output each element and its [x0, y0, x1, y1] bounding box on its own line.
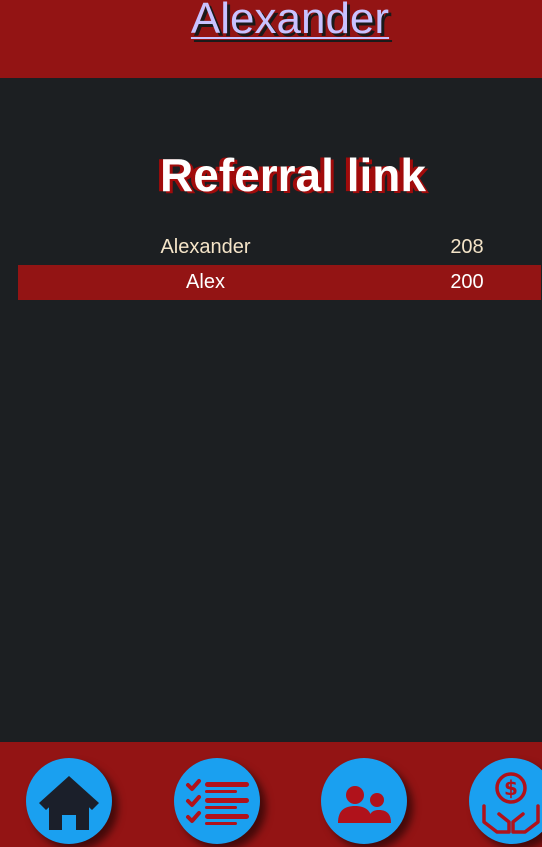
- referral-value: 208: [450, 236, 484, 258]
- referral-table: Alexander 208 Alex 200: [18, 230, 541, 300]
- referral-name: Alexander: [160, 236, 251, 258]
- home-button[interactable]: [26, 758, 112, 844]
- referrals-button[interactable]: [321, 758, 407, 844]
- table-row: Alexander 208: [18, 230, 541, 265]
- earnings-button[interactable]: $: [469, 758, 542, 844]
- task-list-icon: [186, 779, 249, 825]
- tasks-button[interactable]: [174, 758, 260, 844]
- header-bar: Alexander: [0, 0, 542, 78]
- svg-text:$: $: [504, 776, 518, 800]
- referral-value: 200: [450, 271, 484, 293]
- page-title: Referral link: [160, 149, 426, 201]
- referrals-icon: [338, 786, 391, 823]
- header-username-link[interactable]: Alexander: [0, 0, 542, 44]
- main-content: Referral link Alexander 208 Alex 200: [0, 78, 542, 742]
- referral-name: Alex: [186, 271, 225, 293]
- money-hand-icon: $: [482, 772, 540, 834]
- table-row: Alex 200: [18, 265, 541, 300]
- home-icon: [39, 776, 99, 830]
- bottom-nav: $: [0, 742, 542, 847]
